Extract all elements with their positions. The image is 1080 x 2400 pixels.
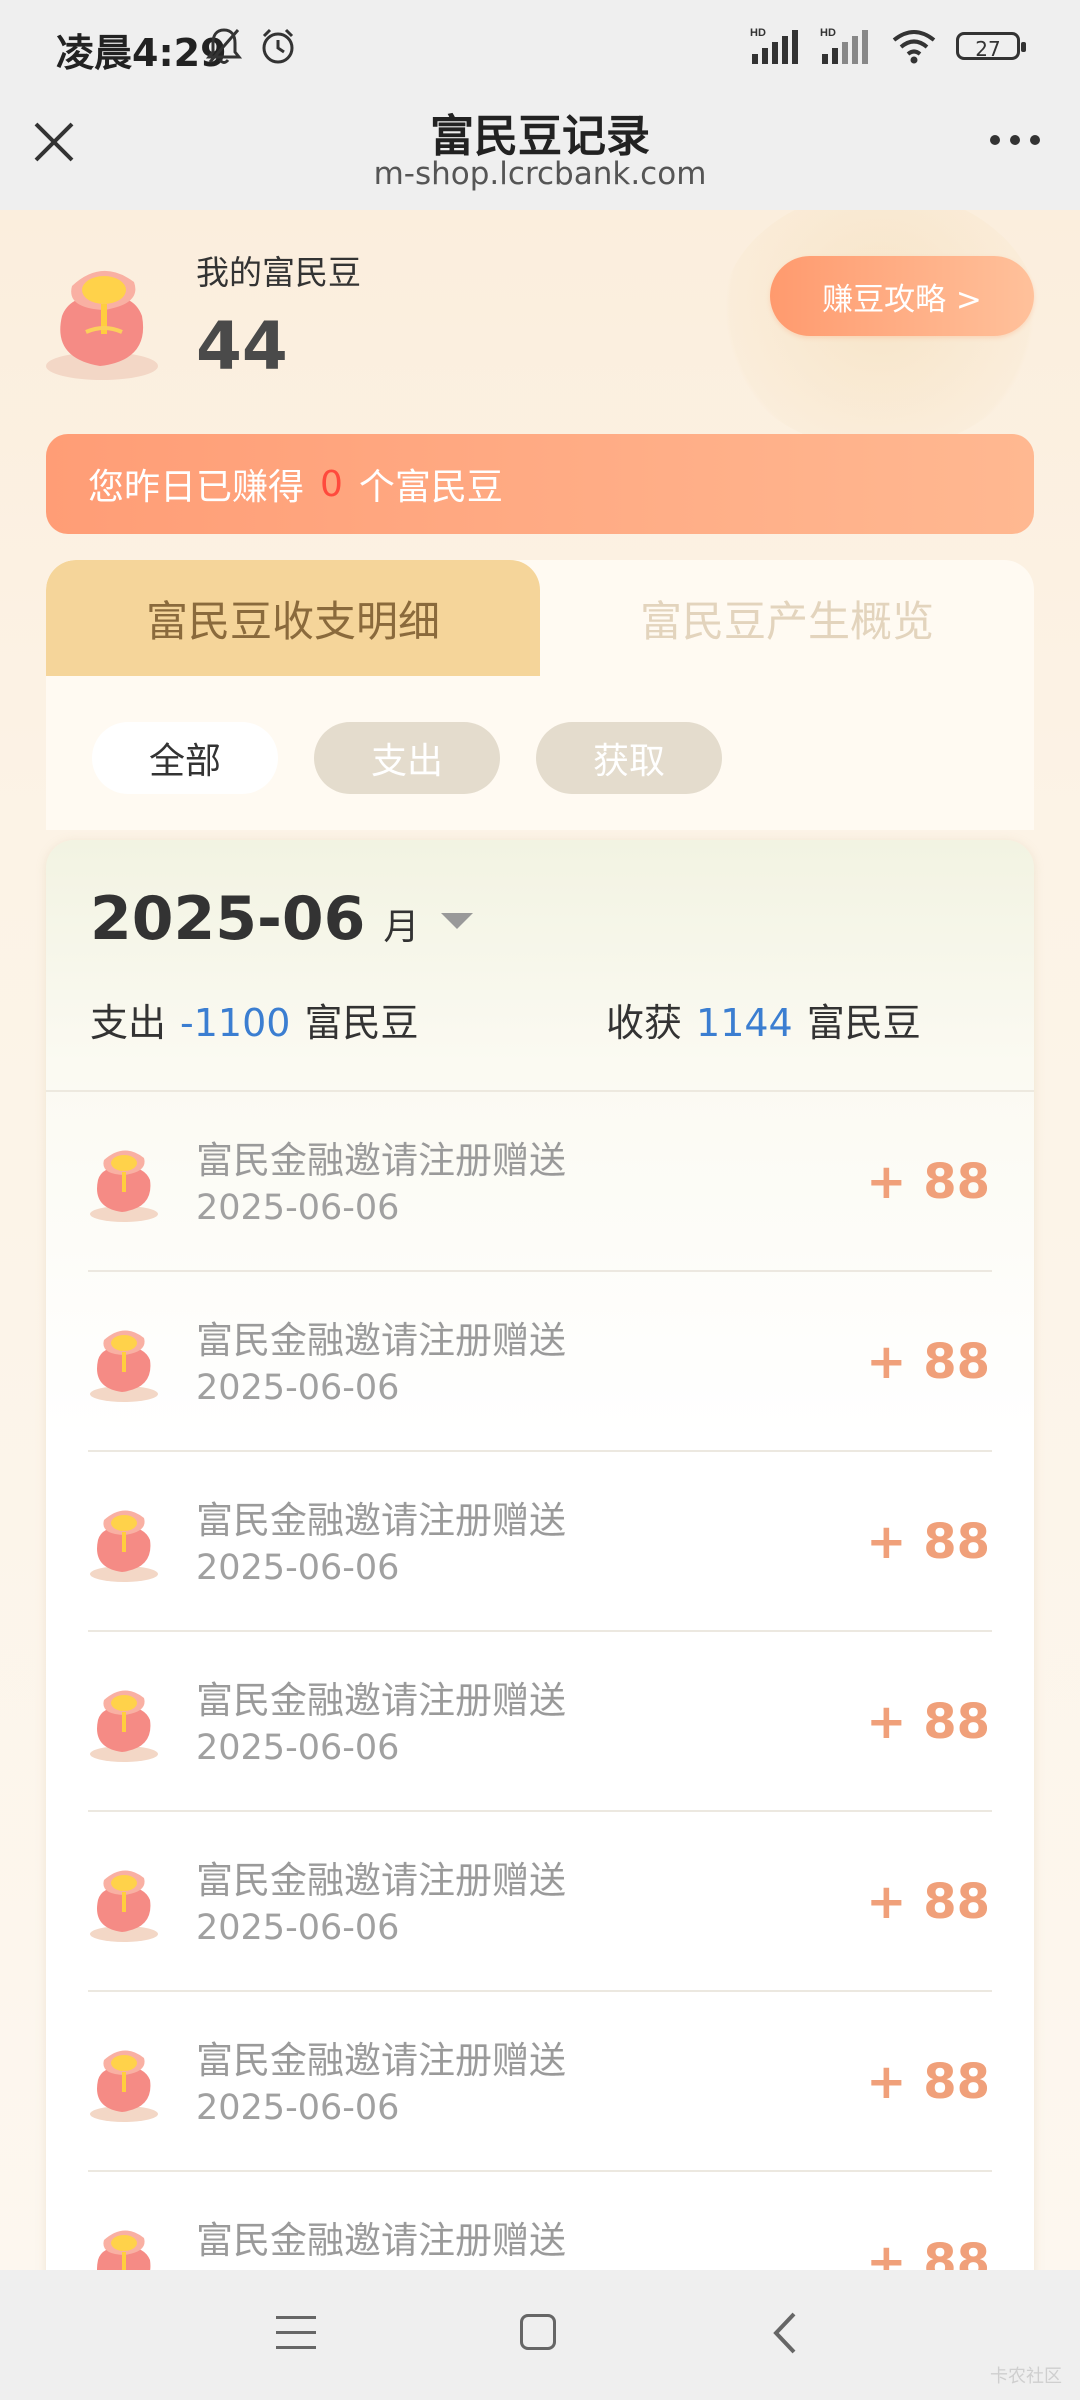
my-beans-value: 44: [196, 308, 288, 385]
wifi-icon: [892, 30, 936, 64]
status-right-icons: HD HD 27: [750, 26, 1026, 66]
earn-guide-button[interactable]: 赚豆攻略 >: [770, 256, 1034, 336]
tab-bean-details[interactable]: 富民豆收支明细: [46, 560, 540, 676]
record-amount: + 88: [866, 2234, 990, 2270]
page-title: 富民豆记录: [430, 111, 650, 162]
bean-bag-icon: [46, 270, 158, 380]
list-item[interactable]: 富民金融邀请注册赠送 2025-06-06 + 88: [46, 2172, 1034, 2270]
record-date: 2025-06-06: [196, 1188, 400, 1228]
record-date: 2025-06-06: [196, 1368, 400, 1408]
record-date: 2025-06-06: [196, 1728, 400, 1768]
record-name: 富民金融邀请注册赠送: [196, 1859, 566, 1902]
filter-all[interactable]: 全部: [92, 722, 278, 794]
home-icon[interactable]: [520, 2314, 556, 2350]
alarm-icon: [262, 28, 294, 64]
yesterday-earned-banner: 您昨日已赚得 0 个富民豆: [46, 434, 1034, 534]
gain-unit: 富民豆: [806, 1001, 921, 1045]
record-name: 富民金融邀请注册赠送: [196, 1319, 566, 1362]
yesterday-suffix: 个富民豆: [358, 467, 503, 508]
record-name: 富民金融邀请注册赠送: [196, 1499, 566, 1542]
bean-bag-icon: [90, 2050, 158, 2122]
records-card: 2025-06 月 支出 -1100 富民豆 收获 1144 富民豆 富民金融邀请注册赠…: [46, 840, 1034, 2270]
list-item[interactable]: 富民金融邀请注册赠送 2025-06-06 + 88: [46, 1452, 1034, 1632]
svg-text:HD: HD: [820, 27, 836, 39]
tab-bean-overview[interactable]: 富民豆产生概览: [540, 560, 1034, 676]
yesterday-count: 0: [320, 463, 343, 505]
yesterday-prefix: 您昨日已赚得: [88, 467, 305, 508]
list-item[interactable]: 富民金融邀请注册赠送 2025-06-06 + 88: [46, 1632, 1034, 1812]
records-list: 富民金融邀请注册赠送 2025-06-06 + 88 富民金融邀请注册赠送 20…: [46, 1092, 1034, 2270]
record-amount: + 88: [866, 1334, 990, 1390]
record-name: 富民金融邀请注册赠送: [196, 2039, 566, 2082]
record-amount: + 88: [866, 2054, 990, 2110]
month-selector[interactable]: 2025-06 月: [90, 884, 474, 954]
menu-icon[interactable]: [276, 2316, 316, 2350]
caret-down-icon: [441, 913, 474, 929]
list-item[interactable]: 富民金融邀请注册赠送 2025-06-06 + 88: [46, 1812, 1034, 1992]
mute-bell-icon: [206, 28, 242, 64]
list-item[interactable]: 富民金融邀请注册赠送 2025-06-06 + 88: [46, 1992, 1034, 2172]
status-left-icons: [206, 26, 298, 66]
spend-label: 支出: [90, 1001, 167, 1045]
my-beans-label: 我的富民豆: [196, 253, 361, 292]
record-name: 富民金融邀请注册赠送: [196, 2219, 566, 2262]
main-content: 我的富民豆 44 赚豆攻略 > 您昨日已赚得 0 个富民豆 富民豆收支明细 富民…: [0, 210, 1080, 2270]
record-date: 2025-06-06: [196, 1908, 400, 1948]
gain-value: 1144: [696, 1001, 793, 1045]
month-unit: 月: [383, 907, 420, 948]
filter-spend[interactable]: 支出: [314, 722, 500, 794]
list-item[interactable]: 富民金融邀请注册赠送 2025-06-06 + 88: [46, 1092, 1034, 1272]
title-bar: 富民豆记录 m-shop.lcrcbank.com: [0, 96, 1080, 210]
system-nav-bar: 卡农社区: [0, 2270, 1080, 2400]
bean-bag-icon: [90, 1150, 158, 1222]
record-amount: + 88: [866, 1154, 990, 1210]
filter-gain[interactable]: 获取: [536, 722, 722, 794]
record-name: 富民金融邀请注册赠送: [196, 1679, 566, 1722]
status-time: 凌晨4:29: [56, 31, 227, 75]
tabs-card: 富民豆收支明细 富民豆产生概览 全部 支出 获取: [46, 560, 1034, 830]
record-date: 2025-06-06: [196, 2088, 400, 2128]
signal-hd-icon: HD: [750, 27, 798, 64]
spend-summary: 支出 -1100 富民豆: [90, 992, 418, 1047]
bean-bag-icon: [90, 1330, 158, 1402]
battery-indicator: 27: [956, 32, 1026, 61]
watermark: 卡农社区: [990, 2366, 1062, 2387]
bean-bag-icon: [90, 1510, 158, 1582]
gain-label: 收获: [606, 1001, 683, 1045]
filter-chips: 全部 支出 获取: [92, 722, 722, 794]
signal-hd-icon-2: HD: [820, 27, 868, 64]
page-url: m-shop.lcrcbank.com: [373, 156, 707, 192]
status-bar: 凌晨4:29 HD HD 27: [0, 0, 1080, 96]
gain-summary: 收获 1144 富民豆: [606, 992, 921, 1047]
month-value: 2025-06: [90, 884, 366, 954]
back-icon[interactable]: [770, 2310, 800, 2356]
bean-bag-icon: [90, 1690, 158, 1762]
bean-bag-icon: [97, 2230, 151, 2270]
record-date: 2025-06-06: [196, 1548, 400, 1588]
record-name: 富民金融邀请注册赠送: [196, 1139, 566, 1182]
spend-value: -1100: [180, 1001, 291, 1045]
record-amount: + 88: [866, 1694, 990, 1750]
spend-unit: 富民豆: [304, 1001, 419, 1045]
record-amount: + 88: [866, 1874, 990, 1930]
record-amount: + 88: [866, 1514, 990, 1570]
bean-bag-icon: [90, 1870, 158, 1942]
svg-text:HD: HD: [750, 27, 766, 39]
more-menu-icon[interactable]: [990, 128, 1054, 152]
list-item[interactable]: 富民金融邀请注册赠送 2025-06-06 + 88: [46, 1272, 1034, 1452]
